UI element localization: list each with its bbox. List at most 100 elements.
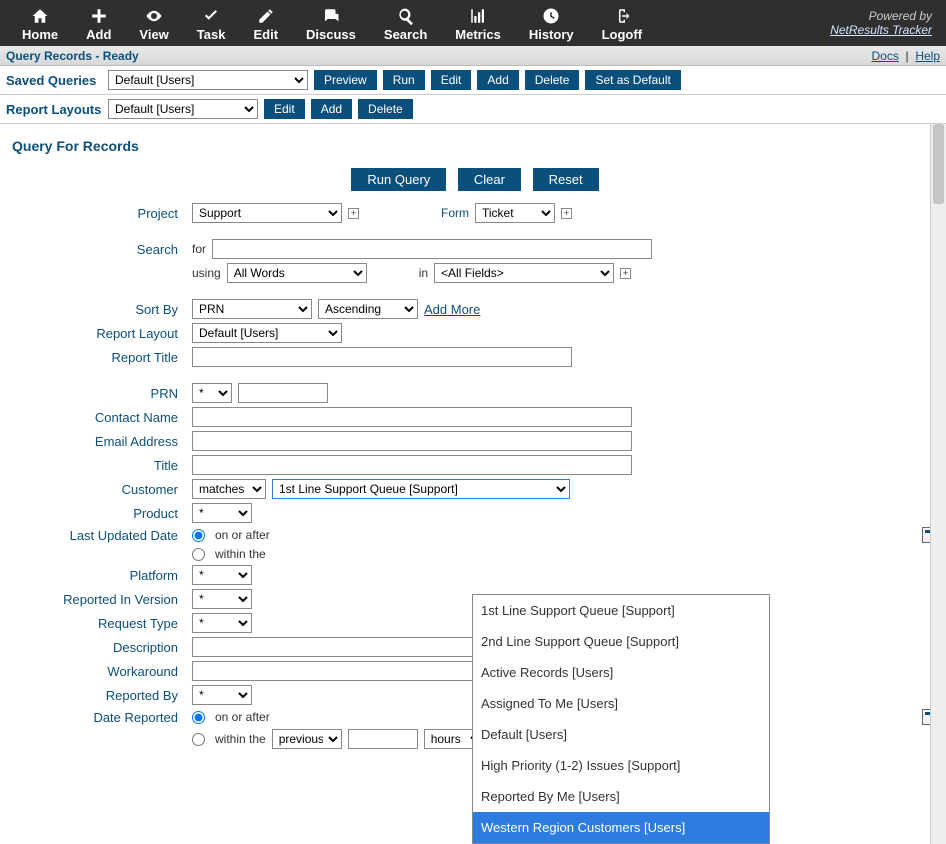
customer-select[interactable]: 1st Line Support Queue [Support]	[272, 479, 570, 499]
customer-option[interactable]: Assigned To Me [Users]	[473, 688, 769, 719]
project-label: Project	[22, 206, 192, 221]
run-query-button[interactable]: Run Query	[351, 168, 446, 191]
sort-dir-select[interactable]: Ascending	[318, 299, 418, 319]
date-reported-prev-select[interactable]: previous	[272, 729, 342, 749]
sq-add-button[interactable]: Add	[477, 70, 518, 90]
top-nav: Home Add View Task Edit Discuss Search	[0, 0, 946, 46]
report-layout-select[interactable]: Default [Users]	[192, 323, 342, 343]
report-layouts-select[interactable]: Default [Users]	[108, 99, 258, 119]
scroll-thumb[interactable]	[933, 124, 944, 204]
date-reported-qty-input[interactable]	[348, 729, 418, 749]
last-updated-radio-within[interactable]	[192, 548, 205, 561]
reported-by-select[interactable]: *	[192, 685, 252, 705]
report-layouts-label: Report Layouts	[6, 102, 102, 117]
reported-version-label: Reported In Version	[22, 592, 192, 607]
product-label: Product	[22, 506, 192, 521]
nav-logoff[interactable]: Logoff	[588, 0, 656, 46]
nav-home[interactable]: Home	[8, 0, 72, 46]
search-label: Search	[22, 242, 192, 257]
form-select[interactable]: Ticket	[475, 203, 555, 223]
saved-queries-select[interactable]: Default [Users]	[108, 70, 308, 90]
date-reported-radio-within[interactable]	[192, 733, 205, 746]
prn-input[interactable]	[238, 383, 328, 403]
project-select[interactable]: Support	[192, 203, 342, 223]
description-label: Description	[22, 640, 192, 655]
expand-icon[interactable]: +	[620, 268, 631, 279]
expand-icon[interactable]: +	[561, 208, 572, 219]
scrollbar[interactable]	[930, 124, 946, 844]
search-input[interactable]	[212, 239, 652, 259]
sq-preview-button[interactable]: Preview	[314, 70, 377, 90]
within-label-2: within the	[215, 732, 266, 746]
pencil-icon	[257, 7, 275, 25]
customer-option[interactable]: Western Region Customers [Users]	[473, 812, 769, 843]
customer-option[interactable]: Reported By Me [Users]	[473, 781, 769, 812]
nav-task[interactable]: Task	[183, 0, 240, 46]
rl-delete-button[interactable]: Delete	[358, 99, 413, 119]
nav-edit[interactable]: Edit	[239, 0, 292, 46]
nav-view[interactable]: View	[125, 0, 182, 46]
check-icon	[202, 7, 220, 25]
date-reported-label: Date Reported	[22, 710, 192, 725]
product-select[interactable]: *	[192, 503, 252, 523]
last-updated-label: Last Updated Date	[22, 528, 192, 543]
customer-option[interactable]: Default [Users]	[473, 719, 769, 750]
eye-icon	[145, 7, 163, 25]
customer-option[interactable]: High Priority (1-2) Issues [Support]	[473, 750, 769, 781]
app-link[interactable]: NetResults Tracker	[830, 23, 932, 37]
reset-button[interactable]: Reset	[533, 168, 599, 191]
customer-option[interactable]: 2nd Line Support Queue [Support]	[473, 626, 769, 657]
date-reported-radio-after[interactable]	[192, 711, 205, 724]
nav-add[interactable]: Add	[72, 0, 125, 46]
docs-link[interactable]: Docs	[872, 49, 899, 63]
contact-name-input[interactable]	[192, 407, 632, 427]
request-type-label: Request Type	[22, 616, 192, 631]
help-link[interactable]: Help	[915, 49, 940, 63]
nav-history[interactable]: History	[515, 0, 588, 46]
add-more-link[interactable]: Add More	[424, 302, 480, 317]
customer-label: Customer	[22, 482, 192, 497]
customer-op-select[interactable]: matches	[192, 479, 266, 499]
clock-icon	[542, 7, 560, 25]
report-layout-label: Report Layout	[22, 326, 192, 341]
report-title-label: Report Title	[22, 350, 192, 365]
nav-metrics[interactable]: Metrics	[441, 0, 515, 46]
email-label: Email Address	[22, 434, 192, 449]
title-label: Title	[22, 458, 192, 473]
using-label: using	[192, 266, 221, 280]
page-title: Query For Records	[12, 138, 938, 154]
sq-delete-button[interactable]: Delete	[525, 70, 580, 90]
plus-icon	[90, 7, 108, 25]
rl-edit-button[interactable]: Edit	[264, 99, 305, 119]
nav-search[interactable]: Search	[370, 0, 441, 46]
sq-edit-button[interactable]: Edit	[431, 70, 472, 90]
expand-icon[interactable]: +	[348, 208, 359, 219]
email-input[interactable]	[192, 431, 632, 451]
using-select[interactable]: All Words	[227, 263, 367, 283]
title-input[interactable]	[192, 455, 632, 475]
platform-select[interactable]: *	[192, 565, 252, 585]
last-updated-radio-after[interactable]	[192, 529, 205, 542]
report-title-input[interactable]	[192, 347, 572, 367]
nav-items: Home Add View Task Edit Discuss Search	[8, 0, 656, 46]
page-body: Query For Records Run Query Clear Reset …	[0, 124, 946, 844]
clear-button[interactable]: Clear	[458, 168, 521, 191]
sort-label: Sort By	[22, 302, 192, 317]
nav-discuss[interactable]: Discuss	[292, 0, 370, 46]
report-layouts-toolbar: Report Layouts Default [Users] Edit Add …	[0, 95, 946, 124]
sq-run-button[interactable]: Run	[383, 70, 425, 90]
sq-default-button[interactable]: Set as Default	[585, 70, 680, 90]
saved-queries-label: Saved Queries	[6, 73, 102, 88]
customer-option[interactable]: 1st Line Support Queue [Support]	[473, 595, 769, 626]
rl-add-button[interactable]: Add	[311, 99, 352, 119]
customer-option[interactable]: Active Records [Users]	[473, 657, 769, 688]
reported-version-select[interactable]: *	[192, 589, 252, 609]
customer-dropdown[interactable]: 1st Line Support Queue [Support]2nd Line…	[472, 594, 770, 844]
prn-op-select[interactable]: *	[192, 383, 232, 403]
sort-field-select[interactable]: PRN	[192, 299, 312, 319]
status-bar: Query Records - Ready Docs | Help	[0, 46, 946, 66]
request-type-select[interactable]: *	[192, 613, 252, 633]
workaround-label: Workaround	[22, 664, 192, 679]
platform-label: Platform	[22, 568, 192, 583]
in-select[interactable]: <All Fields>	[434, 263, 614, 283]
